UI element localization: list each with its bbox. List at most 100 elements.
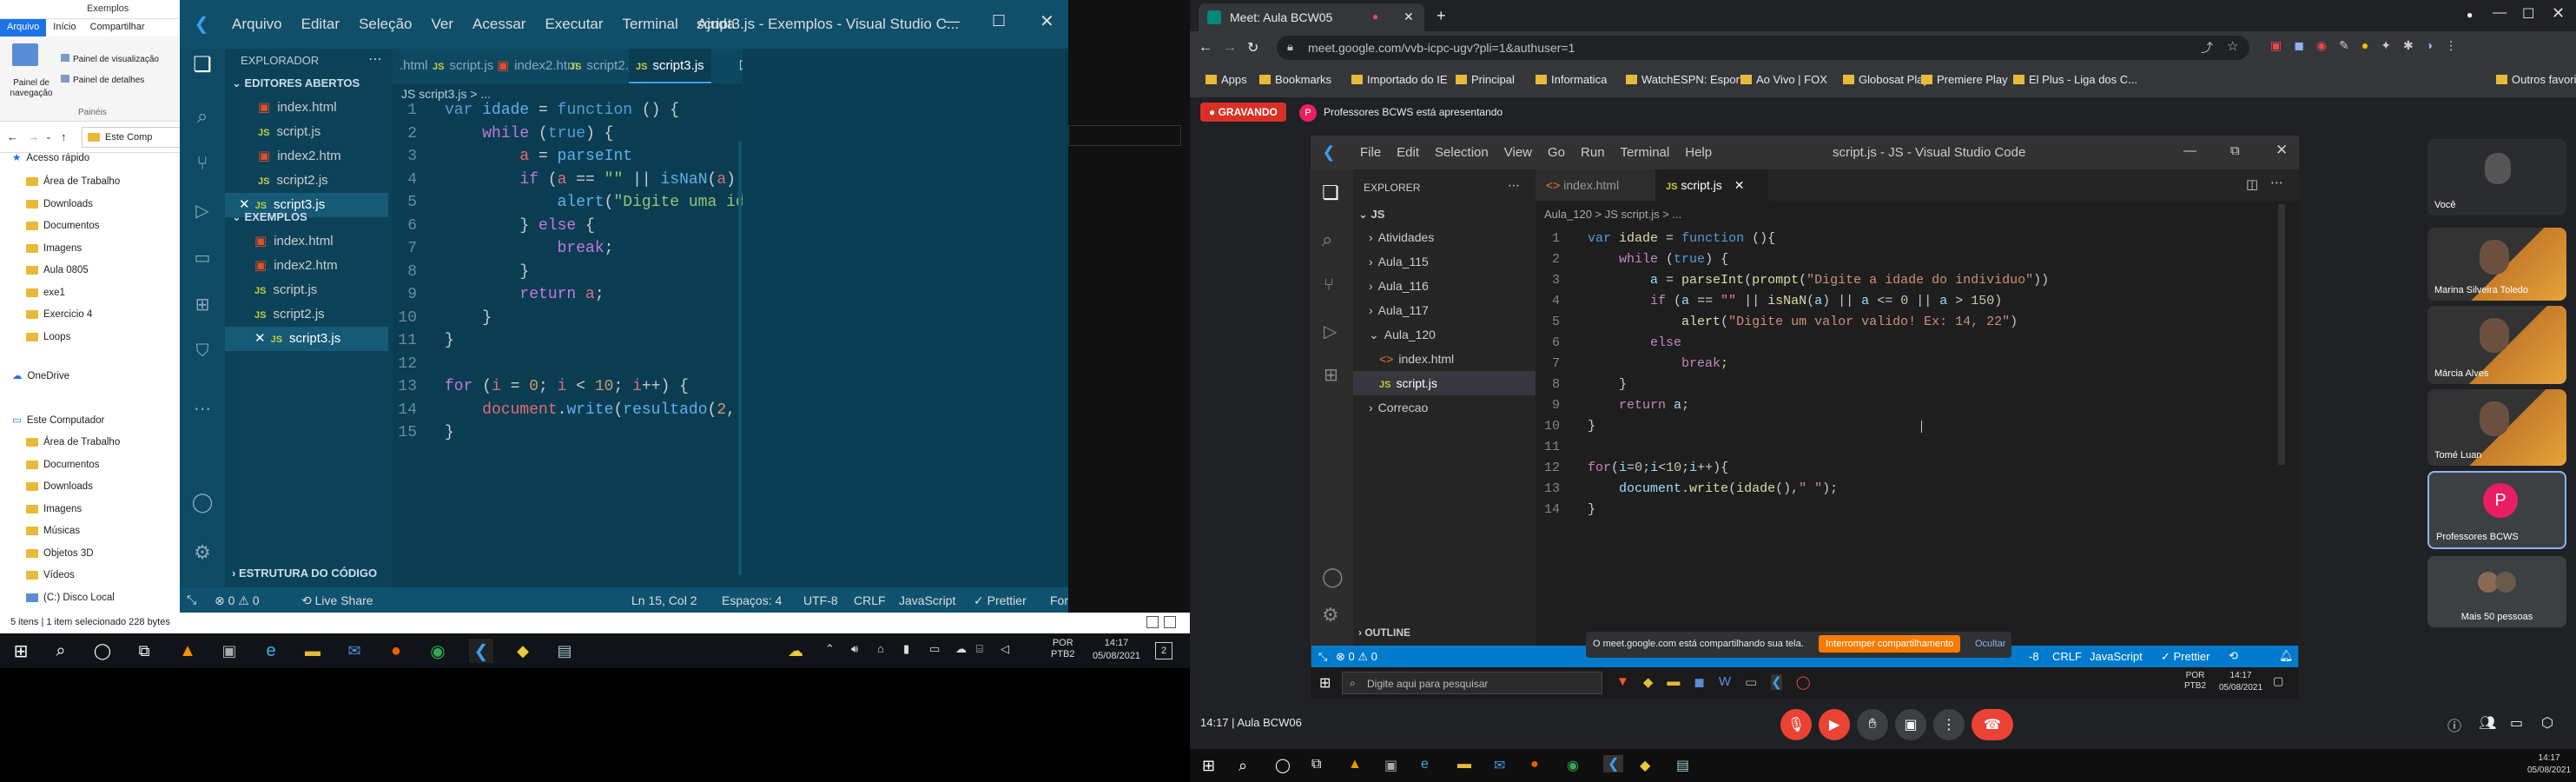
- code-line[interactable]: break;: [445, 237, 614, 261]
- code-line[interactable]: return a;: [1588, 395, 1689, 416]
- encoding[interactable]: UTF-8: [803, 593, 838, 607]
- bookmark-item[interactable]: WatchESPN: Esport...: [1626, 73, 1752, 86]
- input-language[interactable]: POR PTB2: [2184, 671, 2206, 692]
- weather-icon[interactable]: ☁: [785, 640, 806, 661]
- extension-icon[interactable]: ◼: [2294, 38, 2304, 53]
- code-line[interactable]: while (true) {: [445, 123, 613, 146]
- app-icon[interactable]: ▣: [219, 640, 240, 661]
- prettier-status[interactable]: ✓ Prettier: [2161, 650, 2209, 664]
- forward-arrow-icon[interactable]: →: [28, 130, 39, 143]
- profile-avatar-icon[interactable]: ◑: [2426, 38, 2433, 53]
- network-status-icon[interactable]: ⌸: [976, 642, 983, 656]
- file-item[interactable]: ✕ JS script3.js: [225, 327, 388, 351]
- bookmark-item[interactable]: Bookmarks: [1259, 73, 1331, 86]
- cortana-icon[interactable]: ◯: [1275, 757, 1291, 774]
- teams-icon[interactable]: ◼: [1694, 674, 1704, 690]
- tab-script-js[interactable]: JS script.js ✕: [1655, 169, 1768, 201]
- close-icon[interactable]: ✕: [2552, 4, 2565, 23]
- code-line[interactable]: }: [445, 307, 492, 330]
- menu-item[interactable]: Terminal: [1621, 145, 1670, 160]
- tiles-view-icon[interactable]: [1164, 616, 1176, 628]
- nav-item[interactable]: (C:) Disco Local: [26, 587, 115, 608]
- bookmark-item[interactable]: Informatica: [1536, 73, 1607, 86]
- remote-icon[interactable]: ⤡: [1318, 650, 1327, 664]
- more-options-button[interactable]: ⋮: [1933, 709, 1965, 740]
- extension-icon[interactable]: ✎: [2339, 38, 2349, 53]
- menu-item[interactable]: Editar: [301, 16, 340, 33]
- settings-gear-icon[interactable]: ⚙: [1322, 604, 1339, 626]
- code-line[interactable]: alert("Digite um valor valido! Ex: 14, 2…: [1588, 312, 2018, 333]
- reload-icon[interactable]: ↻: [1247, 39, 1258, 56]
- search-icon[interactable]: ⌕: [1322, 229, 1332, 251]
- nav-item[interactable]: Imagens: [26, 499, 82, 520]
- editor-more-icon[interactable]: ⋯: [2270, 175, 2283, 190]
- brave-icon[interactable]: ▼: [1616, 674, 1629, 690]
- settings-gear-icon[interactable]: ⚙: [190, 540, 215, 565]
- remote-clock[interactable]: 14:17 05/08/2021: [2527, 752, 2571, 777]
- app-icon[interactable]: ▭: [1745, 674, 1757, 690]
- eol[interactable]: CRLF: [2052, 650, 2082, 663]
- code-line[interactable]: var idade = function (){: [1588, 229, 1775, 249]
- app-icon[interactable]: ◆: [1640, 757, 1650, 774]
- tree-item[interactable]: › Aula_116: [1353, 274, 1536, 298]
- stop-sharing-button[interactable]: Interromper compartilhamento: [1819, 635, 1961, 653]
- nav-item[interactable]: Objetos 3D: [26, 543, 94, 564]
- code-line[interactable]: else: [1588, 333, 1681, 354]
- nav-item[interactable]: Vídeos: [26, 565, 75, 586]
- menu-item[interactable]: Run: [1581, 145, 1605, 160]
- code-line[interactable]: break;: [1588, 354, 1728, 374]
- bookmark-star-icon[interactable]: ☆: [2227, 38, 2238, 54]
- microphone-icon[interactable]: ▮: [903, 642, 909, 656]
- scrollbar[interactable]: [738, 141, 742, 575]
- search-icon[interactable]: ⌕: [50, 640, 71, 661]
- search-icon[interactable]: ⌕: [190, 104, 215, 129]
- extension-icon[interactable]: ▣: [2270, 38, 2282, 53]
- language-mode[interactable]: JavaScript: [2090, 650, 2143, 663]
- prettier-status[interactable]: ✓ Prettier: [974, 593, 1027, 608]
- windows-start-icon[interactable]: ⊞: [10, 640, 31, 661]
- nav-pane-icon[interactable]: [12, 43, 38, 66]
- tab-index-html[interactable]: <> index.html: [1536, 169, 1655, 201]
- shared-clock[interactable]: 14:17 05/08/2021: [2219, 670, 2262, 694]
- account-icon[interactable]: ◯: [1322, 566, 1344, 588]
- details-view-icon[interactable]: [1146, 616, 1159, 628]
- menu-item[interactable]: Selection: [1435, 145, 1489, 160]
- file-explorer-icon[interactable]: ▬: [1667, 674, 1680, 690]
- tree-item[interactable]: JS script.js: [1353, 371, 1536, 395]
- file-item[interactable]: ▣ index.html: [225, 96, 388, 120]
- file-explorer-icon[interactable]: ▬: [1457, 757, 1471, 772]
- nav-item[interactable]: Documentos: [26, 215, 100, 236]
- recent-chevron-icon[interactable]: ⌄: [45, 132, 52, 142]
- menu-item[interactable]: Help: [1685, 145, 1712, 160]
- minimize-icon[interactable]: —: [944, 12, 960, 30]
- volume-icon[interactable]: 🔊︎: [851, 642, 858, 656]
- participant-tile[interactable]: Mais 50 pessoas: [2427, 556, 2566, 627]
- problems-status[interactable]: ⊗ 0 ⚠ 0: [1336, 650, 1377, 664]
- eol[interactable]: CRLF: [854, 593, 886, 607]
- notifications-icon[interactable]: ▢: [2273, 674, 2283, 688]
- bookmark-item[interactable]: Apps: [1205, 73, 1247, 86]
- workspace-root[interactable]: ⌄ JS: [1358, 208, 1384, 222]
- bell-icon[interactable]: 🔔︎: [2279, 649, 2294, 663]
- participant-tile[interactable]: Marina Silveira Toledo: [2427, 228, 2566, 301]
- code-line[interactable]: while (true) {: [1588, 249, 1728, 270]
- maximize-icon[interactable]: ☐: [992, 12, 1006, 30]
- nav-item[interactable]: Área de Trabalho: [26, 432, 120, 453]
- remote-status-icon[interactable]: ⤡: [187, 593, 196, 607]
- nav-item[interactable]: Loops: [26, 327, 70, 348]
- code-line[interactable]: document.write(idade()," ");: [1588, 479, 1838, 500]
- chrome-menu-icon[interactable]: ⋮: [2445, 38, 2457, 53]
- activities-icon[interactable]: ⬡: [2541, 714, 2553, 732]
- files-icon[interactable]: ❏: [1322, 182, 1339, 204]
- chat-icon[interactable]: ▭: [2510, 714, 2523, 732]
- file-item[interactable]: JS script2.js: [225, 169, 388, 193]
- chrome-icon[interactable]: ◉: [427, 640, 448, 661]
- sidebar-more-icon[interactable]: ⋯: [1508, 178, 1520, 193]
- code-line[interactable]: document.write(resultado(2, 3));: [445, 399, 783, 422]
- file-item[interactable]: ▣ index2.htm: [225, 254, 388, 278]
- extension-icon[interactable]: ✦: [2381, 38, 2391, 53]
- tree-item[interactable]: › Atividades: [1353, 225, 1536, 249]
- code-line[interactable]: var idade = function () {: [445, 99, 679, 123]
- address-bar[interactable]: Este Comp: [82, 127, 186, 148]
- app-icon[interactable]: ▤: [1676, 757, 1689, 774]
